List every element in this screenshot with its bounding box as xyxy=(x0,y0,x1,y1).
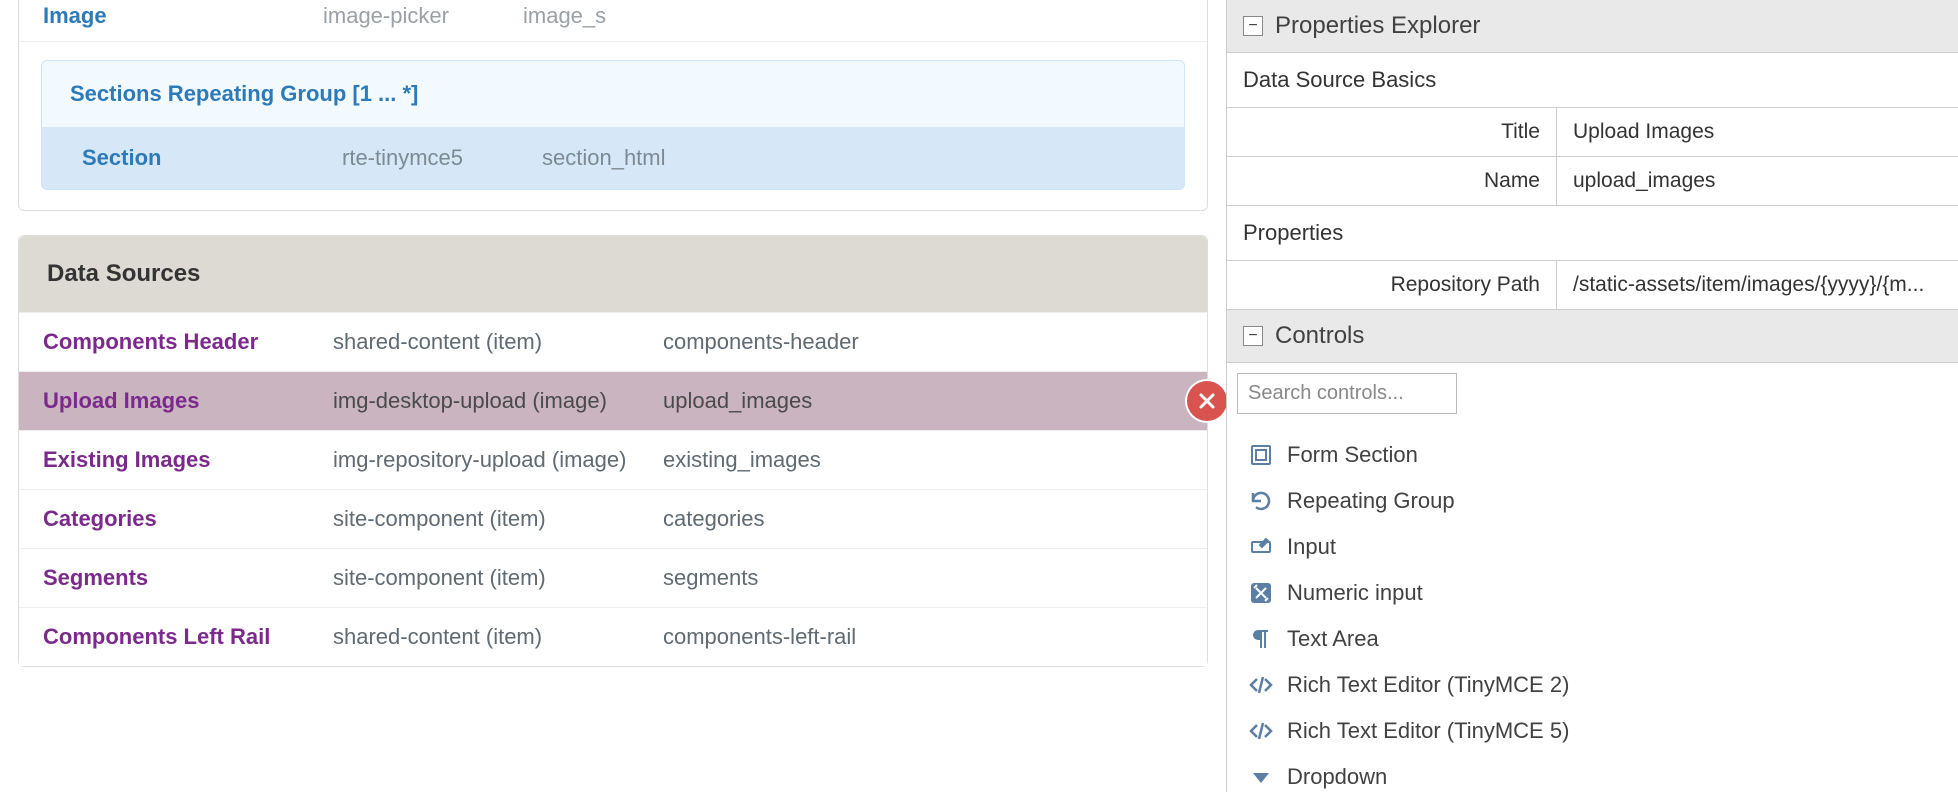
data-source-type: img-desktop-upload (image) xyxy=(333,388,663,414)
prop-value-name[interactable]: upload_images xyxy=(1557,157,1958,205)
data-source-type: site-component (item) xyxy=(333,506,663,532)
data-source-basics-section: Data Source Basics Title Upload Images N… xyxy=(1227,53,1958,206)
data-source-type: img-repository-upload (image) xyxy=(333,447,663,473)
prop-row-title: Title Upload Images xyxy=(1227,108,1958,157)
properties-subheader: Properties xyxy=(1227,206,1958,261)
data-source-row[interactable]: Components Left Railshared-content (item… xyxy=(19,607,1207,666)
collapse-icon[interactable]: − xyxy=(1243,326,1263,346)
data-source-type: shared-content (item) xyxy=(333,329,663,355)
control-item[interactable]: Text Area xyxy=(1245,616,1958,662)
data-source-type: shared-content (item) xyxy=(333,624,663,650)
prop-label-repo-path: Repository Path xyxy=(1227,261,1557,309)
repeating-group-box[interactable]: Sections Repeating Group [1 ... *] Secti… xyxy=(41,60,1185,190)
control-label: Numeric input xyxy=(1287,580,1423,606)
rg-child-name: Section xyxy=(82,145,342,171)
control-label: Rich Text Editor (TinyMCE 2) xyxy=(1287,672,1569,698)
repeat-icon xyxy=(1245,489,1277,513)
rg-child-var: section_html xyxy=(542,145,666,171)
control-label: Dropdown xyxy=(1287,764,1387,790)
prop-value-title[interactable]: Upload Images xyxy=(1557,108,1958,156)
basics-subheader: Data Source Basics xyxy=(1227,53,1958,108)
prop-label-name: Name xyxy=(1227,157,1557,205)
prop-row-name: Name upload_images xyxy=(1227,157,1958,205)
repeating-group-child-row[interactable]: Section rte-tinymce5 section_html xyxy=(42,127,1184,189)
data-sources-header: Data Sources xyxy=(19,236,1207,312)
control-label: Input xyxy=(1287,534,1336,560)
input-icon xyxy=(1245,535,1277,559)
data-source-variable: components-header xyxy=(663,329,859,355)
control-item[interactable]: Numeric input xyxy=(1245,570,1958,616)
control-item[interactable]: Repeating Group xyxy=(1245,478,1958,524)
data-source-name: Segments xyxy=(43,565,333,591)
prop-label-title: Title xyxy=(1227,108,1557,156)
data-source-name: Existing Images xyxy=(43,447,333,473)
right-sidebar: − Properties Explorer Data Source Basics… xyxy=(1226,0,1958,792)
collapse-icon[interactable]: − xyxy=(1243,16,1263,36)
code-icon xyxy=(1245,719,1277,743)
data-source-variable: upload_images xyxy=(663,388,812,414)
controls-list: Form Section Repeating Group Input Numeric … xyxy=(1227,424,1958,792)
control-item[interactable]: Input xyxy=(1245,524,1958,570)
code-icon xyxy=(1245,673,1277,697)
form-section-icon xyxy=(1245,443,1277,467)
data-sources-panel: Data Sources Components Headershared-con… xyxy=(18,235,1208,667)
field-variable: image_s xyxy=(523,3,606,29)
paragraph-icon xyxy=(1245,627,1277,651)
data-source-row[interactable]: Components Headershared-content (item)co… xyxy=(19,312,1207,371)
data-source-row[interactable]: Upload Imagesimg-desktop-upload (image)u… xyxy=(19,371,1207,430)
controls-title: Controls xyxy=(1275,322,1364,350)
control-item[interactable]: Rich Text Editor (TinyMCE 5) xyxy=(1245,708,1958,754)
field-type: image-picker xyxy=(323,3,523,29)
field-name: Image xyxy=(43,3,323,29)
fields-panel: Image image-picker image_s Sections Repe… xyxy=(18,0,1208,211)
repeating-group-title: Sections Repeating Group [1 ... *] xyxy=(42,61,1184,127)
data-source-name: Components Left Rail xyxy=(43,624,333,650)
dropdown-icon xyxy=(1245,765,1277,789)
field-row-image[interactable]: Image image-picker image_s xyxy=(19,0,1207,42)
delete-data-source-button[interactable] xyxy=(1187,381,1226,421)
control-label: Rich Text Editor (TinyMCE 5) xyxy=(1287,718,1569,744)
rg-child-type: rte-tinymce5 xyxy=(342,145,542,171)
data-source-variable: segments xyxy=(663,565,758,591)
control-label: Form Section xyxy=(1287,442,1418,468)
data-source-name: Categories xyxy=(43,506,333,532)
form-designer-main: Image image-picker image_s Sections Repe… xyxy=(0,0,1226,792)
prop-row-repo-path: Repository Path /static-assets/item/imag… xyxy=(1227,261,1958,309)
control-item[interactable]: Rich Text Editor (TinyMCE 2) xyxy=(1245,662,1958,708)
properties-explorer-title: Properties Explorer xyxy=(1275,12,1480,40)
control-item[interactable]: Form Section xyxy=(1245,432,1958,478)
numeric-icon xyxy=(1245,581,1277,605)
prop-value-repo-path[interactable]: /static-assets/item/images/{yyyy}/{m... xyxy=(1557,261,1958,309)
control-label: Text Area xyxy=(1287,626,1379,652)
control-item[interactable]: Dropdown xyxy=(1245,754,1958,792)
data-source-variable: existing_images xyxy=(663,447,821,473)
data-source-name: Components Header xyxy=(43,329,333,355)
properties-explorer-header[interactable]: − Properties Explorer xyxy=(1227,0,1958,53)
data-source-row[interactable]: Segmentssite-component (item)segments xyxy=(19,548,1207,607)
data-source-name: Upload Images xyxy=(43,388,333,414)
controls-header[interactable]: − Controls xyxy=(1227,310,1958,363)
data-source-row[interactable]: Existing Imagesimg-repository-upload (im… xyxy=(19,430,1207,489)
data-source-type: site-component (item) xyxy=(333,565,663,591)
data-source-variable: categories xyxy=(663,506,765,532)
controls-search-input[interactable] xyxy=(1237,373,1457,414)
data-source-variable: components-left-rail xyxy=(663,624,856,650)
control-label: Repeating Group xyxy=(1287,488,1455,514)
data-source-row[interactable]: Categoriessite-component (item)categorie… xyxy=(19,489,1207,548)
properties-section: Properties Repository Path /static-asset… xyxy=(1227,206,1958,310)
